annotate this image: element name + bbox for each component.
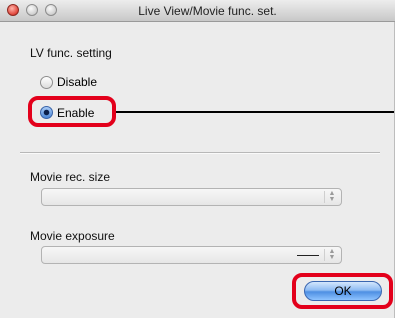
lv-func-setting-label: LV func. setting (30, 46, 112, 60)
movie-exposure-label: Movie exposure (30, 229, 115, 243)
disable-radio[interactable] (40, 76, 53, 89)
up-down-arrows-icon: ▲ ▼ (328, 248, 336, 261)
movie-rec-size-select[interactable]: ▲ ▼ (41, 188, 342, 206)
window-title: Live View/Movie func. set. (138, 4, 277, 18)
ok-button[interactable]: OK (304, 281, 382, 301)
select-divider (324, 191, 325, 203)
movie-exposure-select[interactable]: ▲ ▼ (41, 246, 342, 264)
movie-rec-size-label: Movie rec. size (30, 170, 111, 184)
enable-radio[interactable] (40, 106, 53, 119)
disable-radio-label[interactable]: Disable (57, 75, 97, 89)
select-divider (324, 249, 325, 261)
dialog-window: Live View/Movie func. set. LV func. sett… (0, 0, 395, 318)
dash-indicator (297, 255, 319, 256)
title-bar: Live View/Movie func. set. (0, 0, 395, 22)
section-separator (20, 152, 380, 154)
up-down-arrows-icon: ▲ ▼ (328, 190, 336, 203)
callout-line (116, 111, 395, 113)
enable-radio-label[interactable]: Enable (57, 106, 94, 120)
